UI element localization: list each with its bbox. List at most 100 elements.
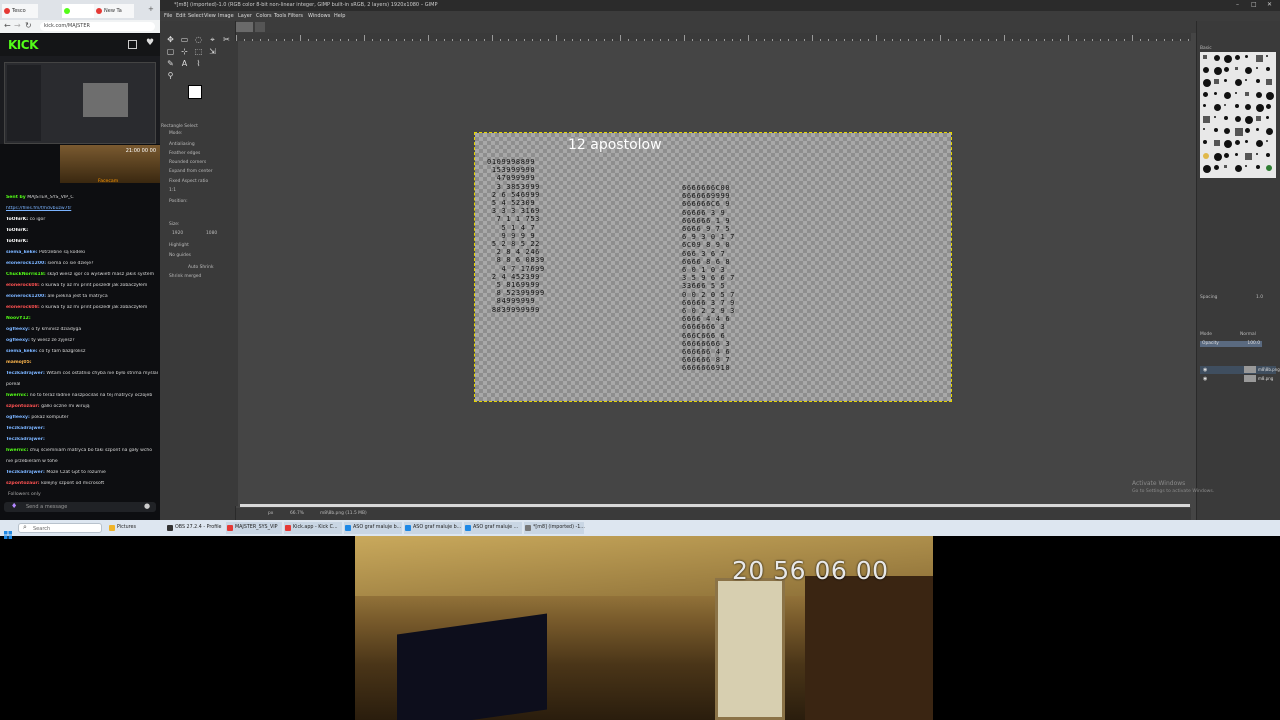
brush-item[interactable] [1255, 103, 1264, 112]
brush-item[interactable] [1234, 103, 1239, 108]
taskbar-item[interactable]: ASO graf maluje ... [464, 522, 522, 534]
guides-select[interactable]: No guides [169, 253, 191, 259]
zoom-select[interactable]: 66.7% [290, 508, 304, 520]
zoom-icon[interactable]: ⚲ [166, 71, 175, 80]
brush-item[interactable] [1245, 140, 1248, 144]
layer-row[interactable]: ◉ m8.png [1200, 375, 1276, 383]
brush-item[interactable] [1245, 128, 1250, 134]
brush-item[interactable] [1266, 103, 1271, 109]
brush-item[interactable] [1255, 116, 1261, 121]
brush-item[interactable] [1234, 55, 1240, 60]
brush-item[interactable] [1266, 152, 1270, 157]
visibility-eye-icon[interactable]: ◉ [1203, 376, 1207, 382]
menu-layer[interactable]: Layer [238, 11, 252, 21]
brush-item[interactable] [1266, 128, 1273, 136]
brush-item[interactable] [1213, 91, 1217, 95]
aspect-ratio-input[interactable]: 1:1 [169, 188, 176, 194]
foreground-color-swatch[interactable] [188, 85, 202, 99]
taskbar-item[interactable]: ASO graf maluje b... [344, 522, 402, 534]
brush-item[interactable] [1245, 164, 1247, 167]
brush-item[interactable] [1266, 67, 1270, 72]
chat-username[interactable]: ToOhirK: [6, 239, 28, 244]
brush-item[interactable] [1234, 67, 1238, 71]
close-icon[interactable]: ✕ [1267, 1, 1272, 8]
chat-username[interactable]: ogfleexy: [6, 415, 30, 420]
chat-username[interactable]: hwernic: [6, 448, 28, 453]
brush-item[interactable] [1213, 116, 1216, 118]
brush-item[interactable] [1234, 128, 1243, 137]
browser-tab-3[interactable]: New Ta [94, 4, 134, 18]
warp-icon[interactable]: ⬚ [194, 47, 203, 56]
brush-item[interactable] [1255, 91, 1262, 98]
option-expand-center[interactable]: Expand from center [169, 169, 213, 175]
brush-item[interactable] [1234, 152, 1238, 156]
chat-username[interactable]: szpontozaur: [6, 481, 40, 486]
brush-item[interactable] [1234, 91, 1237, 94]
chat-username[interactable]: ogfleexy: [6, 327, 30, 332]
brush-item[interactable] [1224, 91, 1231, 99]
scissors-icon[interactable]: ✂ [222, 35, 231, 44]
spacing-value[interactable]: 1.0 [1256, 295, 1263, 300]
window-icon[interactable] [128, 40, 137, 49]
taskbar-item[interactable]: ASO graf maluje b... [404, 522, 462, 534]
pencil-icon[interactable]: ✎ [166, 59, 175, 68]
brush-item[interactable] [1203, 152, 1209, 159]
brush-item[interactable] [1245, 79, 1247, 82]
back-icon[interactable]: ← [4, 21, 11, 30]
unit-select[interactable]: px [268, 508, 273, 520]
brush-item[interactable] [1224, 128, 1230, 135]
horizontal-scrollbar[interactable] [240, 504, 1190, 507]
unified-transform-icon[interactable]: ⊹ [180, 47, 189, 56]
layer-row[interactable]: ◉ m8\8b.png [1200, 366, 1280, 374]
brush-item[interactable] [1234, 140, 1240, 146]
chat-username[interactable]: elonerock08: [6, 305, 40, 310]
chat-text[interactable]: https://files.fm/f/hdvbuzw7tr [6, 206, 71, 211]
brush-item[interactable] [1203, 140, 1207, 145]
chat-username[interactable]: ChuckNorris18: [6, 272, 46, 277]
menu-tools[interactable]: Tools [274, 11, 286, 21]
chat-username[interactable]: Sent by [6, 195, 26, 200]
brush-item[interactable] [1213, 67, 1222, 76]
rect-select-icon[interactable]: ▭ [180, 35, 189, 44]
auto-shrink-button[interactable]: Auto Shrink [188, 265, 214, 271]
menu-image[interactable]: Image [218, 11, 234, 21]
url-input[interactable]: kick.com/MAJSTER [40, 22, 155, 31]
brush-item[interactable] [1255, 140, 1263, 148]
opacity-slider[interactable]: Opacity 100.0 [1200, 341, 1262, 347]
chat-username[interactable]: ogfleexy: [6, 338, 30, 343]
menu-filters[interactable]: Filters [288, 11, 303, 21]
maximize-icon[interactable]: □ [1251, 1, 1257, 8]
brush-item[interactable] [1203, 128, 1205, 131]
option-rounded-corners[interactable]: Rounded corners [169, 160, 206, 166]
chat-username[interactable]: Teczkadrajwer: [6, 426, 45, 431]
chat-username[interactable]: Teczkadrajwer: [6, 437, 45, 442]
menu-windows[interactable]: Windows [308, 11, 330, 21]
brush-item[interactable] [1224, 164, 1227, 168]
browser-tab-1[interactable]: Tesco [2, 4, 38, 18]
brush-item[interactable] [1266, 140, 1268, 143]
minimize-icon[interactable]: – [1236, 1, 1239, 8]
chat-username[interactable]: elonerock1200: [6, 261, 46, 266]
brush-item[interactable] [1203, 91, 1208, 97]
chat-message-input[interactable]: Send a message [4, 502, 156, 512]
size-width-input[interactable]: 1920 [172, 231, 183, 237]
forward-icon[interactable]: → [14, 21, 21, 30]
brush-item[interactable] [1224, 103, 1226, 106]
brush-item[interactable] [1245, 103, 1251, 110]
brush-item[interactable] [1213, 140, 1220, 147]
system-tray[interactable] [1196, 523, 1276, 533]
taskbar-item[interactable]: Kick.app - Kick C... [284, 522, 342, 534]
brush-item[interactable] [1224, 67, 1229, 73]
menu-file[interactable]: File [164, 11, 172, 21]
brush-item[interactable] [1203, 55, 1207, 59]
free-select-icon[interactable]: ⌖ [208, 35, 217, 44]
menu-view[interactable]: View [204, 11, 216, 21]
send-icon[interactable]: ● [144, 502, 150, 510]
brush-item[interactable] [1255, 67, 1258, 70]
mode-select[interactable]: Normal [1240, 332, 1256, 337]
taskbar-item[interactable]: Pictures [108, 522, 160, 534]
text-icon[interactable]: A [180, 59, 189, 68]
menu-select[interactable]: Select [188, 11, 203, 21]
brush-item[interactable] [1213, 103, 1221, 111]
brush-item[interactable] [1255, 164, 1260, 169]
